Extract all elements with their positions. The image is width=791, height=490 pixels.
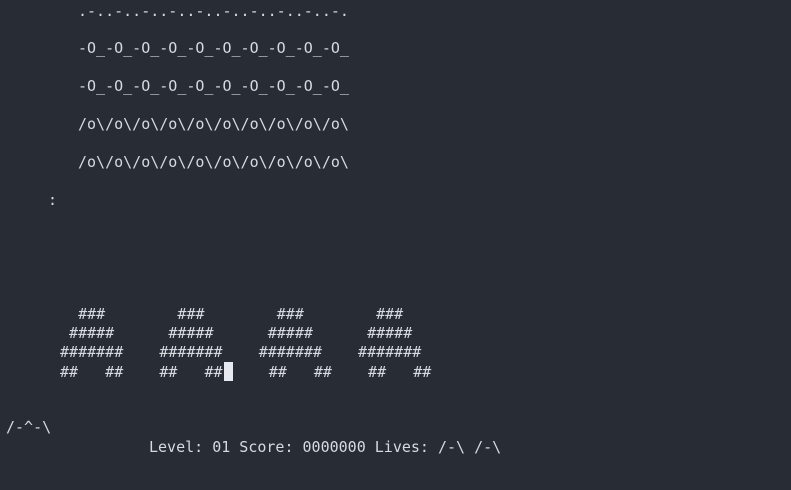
text-cursor	[223, 362, 233, 381]
shield-row-3: ####### ####### ####### #######	[51, 343, 422, 361]
invader-row-5: /o\/o\/o\/o\/o\/o\/o\/o\/o\/o\	[78, 153, 349, 171]
invader-row-4: /o\/o\/o\/o\/o\/o\/o\/o\/o\/o\	[78, 115, 349, 133]
game-screen[interactable]: .-..-..-..-..-..-..-..-..-..-. -O_-O_-O_…	[0, 0, 791, 490]
invader-row-3: -O_-O_-O_-O_-O_-O_-O_-O_-O_-O_	[78, 77, 349, 95]
shield-row-1: ### ### ### ###	[51, 305, 404, 323]
shield-row-2: ##### ##### ##### #####	[51, 324, 413, 342]
shield-row-4-text: ## ## ## ##	[51, 363, 223, 381]
shield-row-4-text-rest: ## ## ## ##	[232, 363, 432, 381]
player-cannon: /-^-\	[6, 418, 52, 436]
invader-bomb: :	[48, 191, 58, 209]
invader-row-1: .-..-..-..-..-..-..-..-..-..-.	[78, 2, 349, 20]
shield-row-4-left: ## ## ## ## ## ## ## ##	[51, 362, 432, 381]
invader-row-2: -O_-O_-O_-O_-O_-O_-O_-O_-O_-O_	[78, 39, 349, 57]
status-bar: Level: 01 Score: 0000000 Lives: /-\ /-\	[149, 438, 502, 456]
